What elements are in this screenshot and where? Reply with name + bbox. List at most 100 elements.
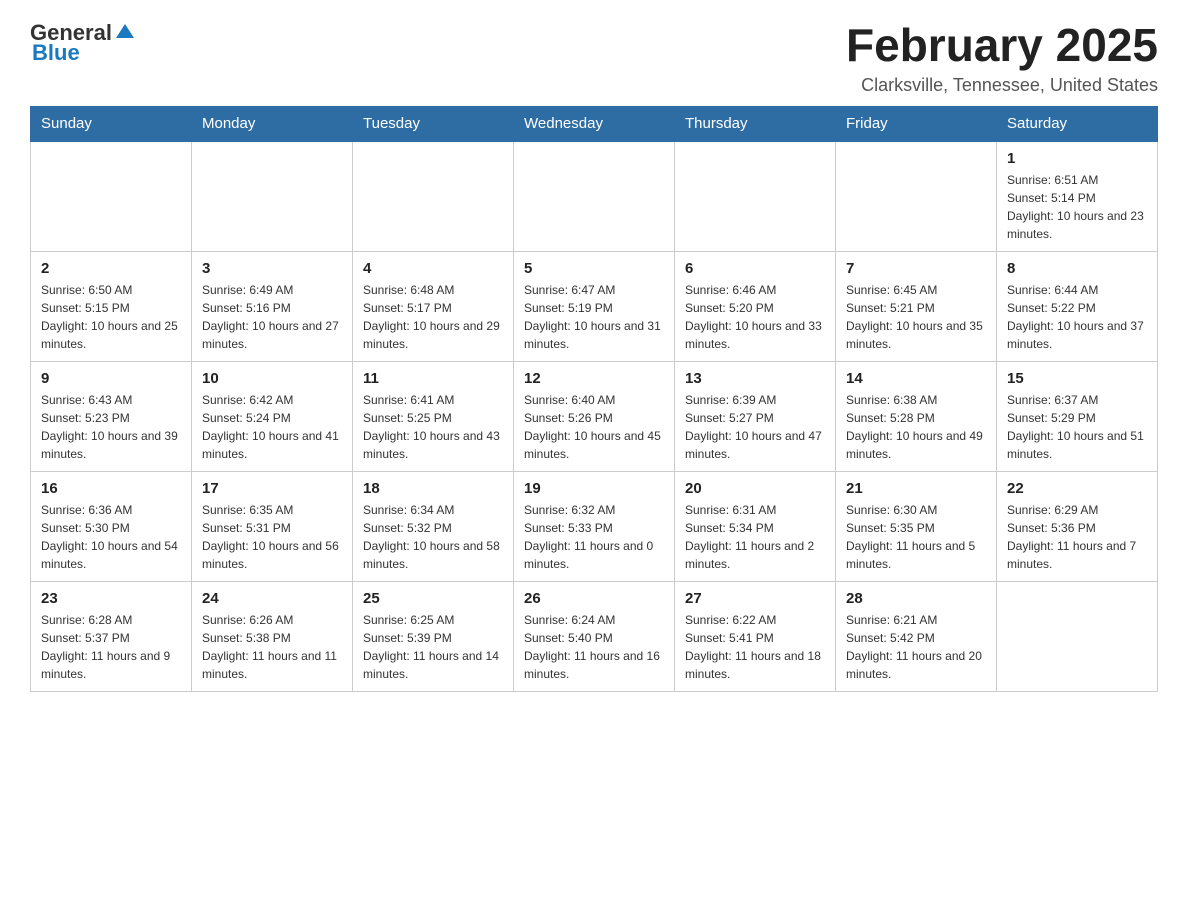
day-number: 2: [41, 260, 181, 277]
day-info: Sunrise: 6:22 AMSunset: 5:41 PMDaylight:…: [685, 611, 825, 683]
calendar-dow-monday: Monday: [192, 106, 353, 141]
day-info: Sunrise: 6:35 AMSunset: 5:31 PMDaylight:…: [202, 501, 342, 573]
day-number: 18: [363, 480, 503, 497]
calendar-cell: 21 Sunrise: 6:30 AMSunset: 5:35 PMDayligh…: [836, 471, 997, 581]
calendar-cell: 22 Sunrise: 6:29 AMSunset: 5:36 PMDayligh…: [997, 471, 1158, 581]
logo-icon: [114, 20, 136, 42]
day-info: Sunrise: 6:42 AMSunset: 5:24 PMDaylight:…: [202, 391, 342, 463]
calendar-cell: 3 Sunrise: 6:49 AMSunset: 5:16 PMDaylight…: [192, 251, 353, 361]
day-number: 7: [846, 260, 986, 277]
day-number: 15: [1007, 370, 1147, 387]
day-info: Sunrise: 6:41 AMSunset: 5:25 PMDaylight:…: [363, 391, 503, 463]
day-number: 16: [41, 480, 181, 497]
calendar-cell: [675, 141, 836, 252]
day-info: Sunrise: 6:36 AMSunset: 5:30 PMDaylight:…: [41, 501, 181, 573]
calendar-cell: 24 Sunrise: 6:26 AMSunset: 5:38 PMDayligh…: [192, 581, 353, 691]
day-info: Sunrise: 6:37 AMSunset: 5:29 PMDaylight:…: [1007, 391, 1147, 463]
day-info: Sunrise: 6:51 AMSunset: 5:14 PMDaylight:…: [1007, 171, 1147, 243]
day-number: 10: [202, 370, 342, 387]
day-info: Sunrise: 6:25 AMSunset: 5:39 PMDaylight:…: [363, 611, 503, 683]
day-number: 14: [846, 370, 986, 387]
logo: General Blue: [30, 20, 136, 66]
calendar-week-4: 16 Sunrise: 6:36 AMSunset: 5:30 PMDayligh…: [31, 471, 1158, 581]
day-info: Sunrise: 6:34 AMSunset: 5:32 PMDaylight:…: [363, 501, 503, 573]
location: Clarksville, Tennessee, United States: [846, 75, 1158, 96]
calendar-cell: 12 Sunrise: 6:40 AMSunset: 5:26 PMDayligh…: [514, 361, 675, 471]
day-info: Sunrise: 6:29 AMSunset: 5:36 PMDaylight:…: [1007, 501, 1147, 573]
calendar-cell: [353, 141, 514, 252]
calendar-cell: 28 Sunrise: 6:21 AMSunset: 5:42 PMDayligh…: [836, 581, 997, 691]
day-info: Sunrise: 6:40 AMSunset: 5:26 PMDaylight:…: [524, 391, 664, 463]
day-number: 13: [685, 370, 825, 387]
day-info: Sunrise: 6:45 AMSunset: 5:21 PMDaylight:…: [846, 281, 986, 353]
day-number: 12: [524, 370, 664, 387]
calendar-dow-tuesday: Tuesday: [353, 106, 514, 141]
calendar-cell: [514, 141, 675, 252]
day-info: Sunrise: 6:47 AMSunset: 5:19 PMDaylight:…: [524, 281, 664, 353]
calendar-table: SundayMondayTuesdayWednesdayThursdayFrid…: [30, 106, 1158, 692]
calendar-cell: 26 Sunrise: 6:24 AMSunset: 5:40 PMDayligh…: [514, 581, 675, 691]
calendar-cell: 11 Sunrise: 6:41 AMSunset: 5:25 PMDayligh…: [353, 361, 514, 471]
title-section: February 2025 Clarksville, Tennessee, Un…: [846, 20, 1158, 96]
calendar-cell: 13 Sunrise: 6:39 AMSunset: 5:27 PMDayligh…: [675, 361, 836, 471]
day-number: 20: [685, 480, 825, 497]
day-number: 22: [1007, 480, 1147, 497]
day-number: 8: [1007, 260, 1147, 277]
day-info: Sunrise: 6:49 AMSunset: 5:16 PMDaylight:…: [202, 281, 342, 353]
calendar-dow-saturday: Saturday: [997, 106, 1158, 141]
calendar-cell: 16 Sunrise: 6:36 AMSunset: 5:30 PMDayligh…: [31, 471, 192, 581]
month-title: February 2025: [846, 20, 1158, 71]
calendar-dow-friday: Friday: [836, 106, 997, 141]
calendar-week-1: 1 Sunrise: 6:51 AMSunset: 5:14 PMDaylight…: [31, 141, 1158, 252]
calendar-cell: 10 Sunrise: 6:42 AMSunset: 5:24 PMDayligh…: [192, 361, 353, 471]
calendar-cell: 5 Sunrise: 6:47 AMSunset: 5:19 PMDaylight…: [514, 251, 675, 361]
calendar-week-5: 23Sunrise: 6:28 AMSunset: 5:37 PMDayligh…: [31, 581, 1158, 691]
day-number: 27: [685, 590, 825, 607]
calendar-cell: [192, 141, 353, 252]
day-number: 6: [685, 260, 825, 277]
calendar-week-2: 2 Sunrise: 6:50 AMSunset: 5:15 PMDaylight…: [31, 251, 1158, 361]
day-number: 5: [524, 260, 664, 277]
calendar-cell: 18 Sunrise: 6:34 AMSunset: 5:32 PMDayligh…: [353, 471, 514, 581]
day-number: 24: [202, 590, 342, 607]
calendar-week-3: 9 Sunrise: 6:43 AMSunset: 5:23 PMDaylight…: [31, 361, 1158, 471]
day-number: 28: [846, 590, 986, 607]
day-number: 9: [41, 370, 181, 387]
calendar-cell: 25 Sunrise: 6:25 AMSunset: 5:39 PMDayligh…: [353, 581, 514, 691]
calendar-cell: 17 Sunrise: 6:35 AMSunset: 5:31 PMDayligh…: [192, 471, 353, 581]
page-header: General Blue February 2025 Clarksville, …: [30, 20, 1158, 96]
day-info: Sunrise: 6:46 AMSunset: 5:20 PMDaylight:…: [685, 281, 825, 353]
day-info: Sunrise: 6:26 AMSunset: 5:38 PMDaylight:…: [202, 611, 342, 683]
day-number: 26: [524, 590, 664, 607]
day-info: Sunrise: 6:31 AMSunset: 5:34 PMDaylight:…: [685, 501, 825, 573]
day-info: Sunrise: 6:43 AMSunset: 5:23 PMDaylight:…: [41, 391, 181, 463]
day-number: 4: [363, 260, 503, 277]
day-info: Sunrise: 6:50 AMSunset: 5:15 PMDaylight:…: [41, 281, 181, 353]
calendar-cell: 9 Sunrise: 6:43 AMSunset: 5:23 PMDaylight…: [31, 361, 192, 471]
calendar-cell: 2 Sunrise: 6:50 AMSunset: 5:15 PMDaylight…: [31, 251, 192, 361]
day-number: 25: [363, 590, 503, 607]
calendar-cell: 19Sunrise: 6:32 AMSunset: 5:33 PMDayligh…: [514, 471, 675, 581]
day-number: 3: [202, 260, 342, 277]
day-info: Sunrise: 6:39 AMSunset: 5:27 PMDaylight:…: [685, 391, 825, 463]
day-info: Sunrise: 6:21 AMSunset: 5:42 PMDaylight:…: [846, 611, 986, 683]
calendar-cell: 14 Sunrise: 6:38 AMSunset: 5:28 PMDayligh…: [836, 361, 997, 471]
day-number: 11: [363, 370, 503, 387]
calendar-dow-sunday: Sunday: [31, 106, 192, 141]
day-info: Sunrise: 6:32 AMSunset: 5:33 PMDaylight:…: [524, 501, 664, 573]
day-number: 1: [1007, 150, 1147, 167]
calendar-cell: 20 Sunrise: 6:31 AMSunset: 5:34 PMDayligh…: [675, 471, 836, 581]
calendar-cell: 8Sunrise: 6:44 AMSunset: 5:22 PMDaylight…: [997, 251, 1158, 361]
calendar-cell: 1 Sunrise: 6:51 AMSunset: 5:14 PMDaylight…: [997, 141, 1158, 252]
calendar-dow-wednesday: Wednesday: [514, 106, 675, 141]
day-info: Sunrise: 6:30 AMSunset: 5:35 PMDaylight:…: [846, 501, 986, 573]
calendar-cell: [836, 141, 997, 252]
day-number: 17: [202, 480, 342, 497]
day-number: 21: [846, 480, 986, 497]
calendar-cell: 23Sunrise: 6:28 AMSunset: 5:37 PMDayligh…: [31, 581, 192, 691]
day-info: Sunrise: 6:28 AMSunset: 5:37 PMDaylight:…: [41, 611, 181, 683]
day-info: Sunrise: 6:48 AMSunset: 5:17 PMDaylight:…: [363, 281, 503, 353]
calendar-cell: 27 Sunrise: 6:22 AMSunset: 5:41 PMDayligh…: [675, 581, 836, 691]
day-info: Sunrise: 6:38 AMSunset: 5:28 PMDaylight:…: [846, 391, 986, 463]
day-info: Sunrise: 6:24 AMSunset: 5:40 PMDaylight:…: [524, 611, 664, 683]
